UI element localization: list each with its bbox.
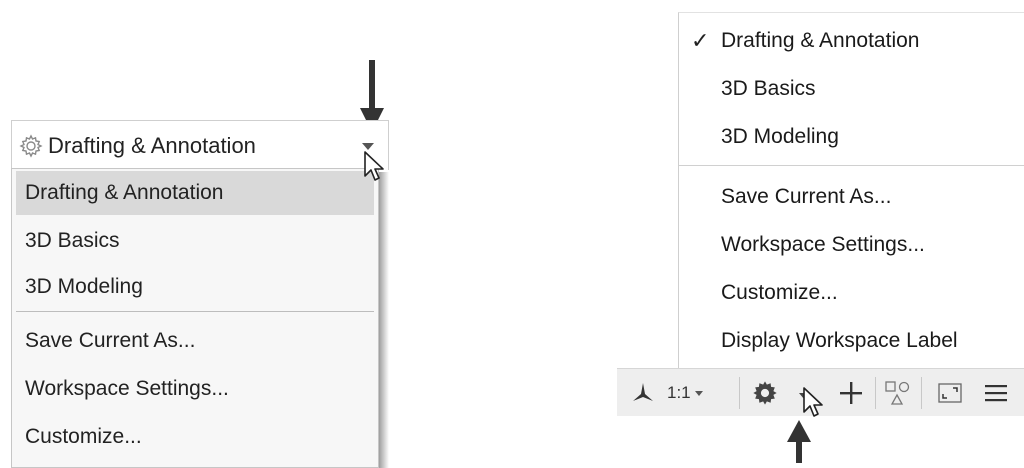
menu-item-save-current-as[interactable]: Save Current As... — [679, 173, 1024, 221]
menu-item-workspace-settings[interactable]: Workspace Settings... — [679, 221, 1024, 269]
gear-icon — [19, 134, 43, 158]
menu-item-label: 3D Basics — [721, 77, 816, 100]
menu-item-label: Customize... — [25, 425, 142, 448]
mouse-pointer-icon — [364, 151, 384, 181]
menu-item-drafting-annotation[interactable]: Drafting & Annotation — [16, 171, 374, 215]
menu-item-3d-modeling[interactable]: 3D Modeling — [16, 265, 374, 309]
menu-shadow — [379, 172, 389, 468]
menu-item-3d-modeling[interactable]: 3D Modeling — [679, 113, 1024, 161]
mouse-pointer-icon — [803, 387, 823, 417]
workspace-popup-menu: ✓ Drafting & Annotation 3D Basics 3D Mod… — [678, 12, 1024, 368]
menu-item-display-workspace-label[interactable]: Display Workspace Label — [679, 317, 1024, 365]
menu-item-label: Customize... — [721, 281, 838, 304]
menu-icon[interactable] — [983, 381, 1007, 405]
menu-item-save-current-as[interactable]: Save Current As... — [16, 319, 374, 363]
menu-item-label: 3D Modeling — [721, 125, 839, 148]
fullscreen-icon[interactable] — [937, 381, 963, 405]
gear-icon[interactable] — [751, 379, 779, 407]
menu-divider — [16, 311, 374, 312]
callout-arrow-up-icon — [787, 420, 811, 463]
workspace-switcher[interactable]: Drafting & Annotation — [11, 120, 389, 170]
status-divider — [921, 377, 922, 409]
workspace-dropdown-menu: Drafting & Annotation 3D Basics 3D Model… — [11, 168, 379, 468]
annotation-scale-value[interactable]: 1:1 — [667, 383, 691, 403]
menu-item-3d-basics[interactable]: 3D Basics — [16, 219, 374, 263]
menu-item-label: Workspace Settings... — [25, 377, 229, 400]
menu-item-label: Save Current As... — [721, 185, 892, 208]
menu-item-label: 3D Basics — [25, 229, 120, 252]
chevron-down-icon[interactable] — [695, 391, 703, 396]
menu-item-label: Workspace Settings... — [721, 233, 925, 256]
menu-item-customize[interactable]: Customize... — [679, 269, 1024, 317]
isolate-objects-icon[interactable] — [883, 379, 911, 407]
menu-item-3d-basics[interactable]: 3D Basics — [679, 65, 1024, 113]
menu-item-label: Save Current As... — [25, 329, 196, 352]
menu-item-label: 3D Modeling — [25, 275, 143, 298]
menu-item-drafting-annotation[interactable]: ✓ Drafting & Annotation — [679, 17, 1024, 65]
menu-item-customize[interactable]: Customize... — [16, 415, 374, 459]
menu-item-label: Drafting & Annotation — [25, 181, 224, 204]
menu-item-label: Drafting & Annotation — [721, 29, 920, 52]
chevron-down-icon[interactable] — [362, 143, 374, 150]
status-divider — [875, 377, 876, 409]
menu-item-workspace-settings[interactable]: Workspace Settings... — [16, 367, 374, 411]
status-divider — [739, 377, 740, 409]
menu-item-label: Display Workspace Label — [721, 329, 958, 352]
menu-divider — [679, 165, 1024, 166]
current-workspace-label: Drafting & Annotation — [48, 133, 256, 158]
checkmark-icon: ✓ — [691, 28, 710, 53]
plus-icon[interactable] — [837, 379, 865, 407]
annotation-visibility-icon[interactable] — [631, 381, 655, 405]
